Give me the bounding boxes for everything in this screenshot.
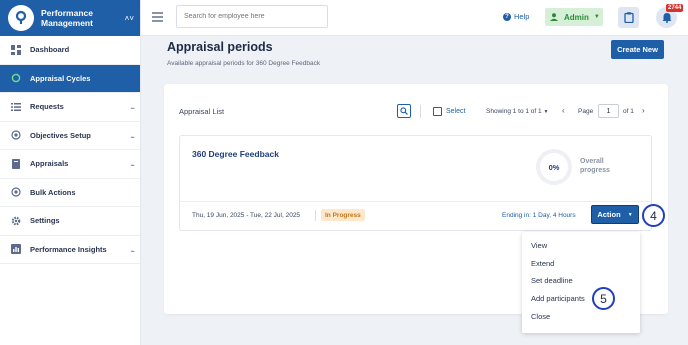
select-label[interactable]: Select xyxy=(446,108,465,115)
page-label: Page xyxy=(578,108,594,115)
bell-icon xyxy=(662,13,671,23)
book-icon xyxy=(10,158,21,169)
help-link[interactable]: ? Help xyxy=(503,12,529,21)
sidebar: Performance Management ˄˅ Dashboard Appr… xyxy=(0,0,141,345)
action-dropdown-button[interactable]: Action ▼ xyxy=(591,205,639,224)
brand-title-line2: Management xyxy=(41,18,93,28)
sidebar-item-label: Bulk Actions xyxy=(30,187,76,197)
sidebar-item-label: Appraisal Cycles xyxy=(30,73,91,83)
menu-item-add-participants[interactable]: Add participants xyxy=(531,294,585,303)
hamburger-menu-icon[interactable] xyxy=(152,12,163,22)
help-label: Help xyxy=(514,12,530,21)
prev-page-icon[interactable]: ‹ xyxy=(562,106,565,115)
dates-divider xyxy=(315,210,316,221)
step-callout-4: 4 xyxy=(642,204,665,227)
search-icon xyxy=(400,107,408,115)
more-icon[interactable]: ... xyxy=(130,245,135,254)
status-badge: In Progress xyxy=(321,209,365,221)
sidebar-item-requests[interactable]: Requests ... xyxy=(0,93,140,122)
sidebar-item-bulk-actions[interactable]: Bulk Actions xyxy=(0,179,140,207)
admin-label: Admin xyxy=(564,12,589,22)
sidebar-item-label: Objectives Setup xyxy=(30,130,91,140)
page-total-label: of 1 xyxy=(623,108,634,115)
more-icon[interactable]: ... xyxy=(130,159,135,168)
caret-down-icon: ▼ xyxy=(543,109,549,115)
list-search-button[interactable] xyxy=(397,104,411,118)
sidebar-item-dashboard[interactable]: Dashboard xyxy=(0,36,140,65)
sidebar-item-performance-insights[interactable]: Performance Insights ... xyxy=(0,236,140,264)
page-subtitle: Available appraisal periods for 360 Degr… xyxy=(167,60,321,67)
sidebar-item-settings[interactable]: Settings xyxy=(0,207,140,236)
more-icon[interactable]: ... xyxy=(130,102,135,111)
brand-toggle-icon[interactable]: ˄˅ xyxy=(125,14,134,23)
cycle-icon xyxy=(10,73,21,84)
admin-role-dropdown[interactable]: Admin ▼ xyxy=(545,8,603,26)
action-dropdown-menu: View Extend Set deadline Add participant… xyxy=(522,232,640,333)
question-icon: ? xyxy=(503,12,511,21)
brand-title: Performance Management xyxy=(41,8,125,28)
progress-label-line2: progress xyxy=(580,167,610,174)
sidebar-item-appraisals[interactable]: Appraisals ... xyxy=(0,150,140,179)
clipboard-icon xyxy=(623,12,634,23)
employee-search-input[interactable] xyxy=(176,5,328,28)
pagination-showing-dropdown[interactable]: Showing 1 to 1 of 1 ▼ xyxy=(486,108,548,115)
more-icon[interactable]: ... xyxy=(130,131,135,140)
sidebar-item-label: Settings xyxy=(30,216,60,226)
menu-item-set-deadline[interactable]: Set deadline xyxy=(531,276,573,285)
menu-item-close[interactable]: Close xyxy=(531,312,550,321)
sidebar-item-label: Dashboard xyxy=(30,45,70,55)
sidebar-item-label: Requests xyxy=(30,102,64,112)
toolbar-divider xyxy=(420,105,421,118)
menu-item-view[interactable]: View xyxy=(531,241,547,250)
brand-header[interactable]: Performance Management ˄˅ xyxy=(0,0,140,36)
brand-logo xyxy=(8,5,34,31)
progress-label-line1: Overall xyxy=(580,158,604,165)
user-icon xyxy=(550,13,558,21)
clipboard-button[interactable] xyxy=(618,7,639,28)
cycle-dates: Thu, 19 Jun, 2025 - Tue, 22 Jul, 2025 xyxy=(192,212,301,219)
page-title: Appraisal periods xyxy=(167,40,273,54)
sidebar-item-objectives-setup[interactable]: Objectives Setup ... xyxy=(0,122,140,150)
action-label: Action xyxy=(597,210,621,219)
cycle-name-link[interactable]: 360 Degree Feedback xyxy=(192,149,279,159)
chart-icon xyxy=(10,244,21,255)
page-number-input[interactable] xyxy=(598,104,619,118)
appraisal-cycle-row: 360 Degree Feedback 0% Overall progress … xyxy=(179,135,652,231)
progress-value: 0% xyxy=(548,162,560,172)
dashboard-icon xyxy=(10,44,21,55)
menu-item-extend[interactable]: Extend xyxy=(531,259,554,268)
sidebar-item-label: Performance Insights xyxy=(30,244,107,254)
caret-down-icon: ▼ xyxy=(627,211,633,218)
ending-countdown: Ending in: 1 Day, 4 Hours xyxy=(502,212,576,219)
progress-ring: 0% xyxy=(536,149,572,185)
step-callout-5: 5 xyxy=(592,287,615,310)
gear-icon xyxy=(10,215,21,226)
list-icon xyxy=(10,101,21,112)
create-new-button[interactable]: Create New xyxy=(611,40,664,59)
showing-text: Showing 1 to 1 of 1 xyxy=(486,108,542,115)
brand-title-line1: Performance xyxy=(41,8,93,18)
next-page-icon[interactable]: › xyxy=(642,106,645,115)
sidebar-item-label: Appraisals xyxy=(30,159,69,169)
top-bar: ? Help Admin ▼ 2744 xyxy=(141,0,688,36)
caret-down-icon: ▼ xyxy=(593,14,600,20)
target-icon xyxy=(10,130,21,141)
row-divider xyxy=(180,201,651,202)
sidebar-item-appraisal-cycles[interactable]: Appraisal Cycles xyxy=(0,64,140,93)
progress-label: Overall progress xyxy=(580,157,610,175)
notification-count-badge: 2744 xyxy=(666,4,684,12)
list-title: Appraisal List xyxy=(179,107,225,116)
target-icon xyxy=(10,187,21,198)
select-checkbox[interactable] xyxy=(433,107,442,116)
